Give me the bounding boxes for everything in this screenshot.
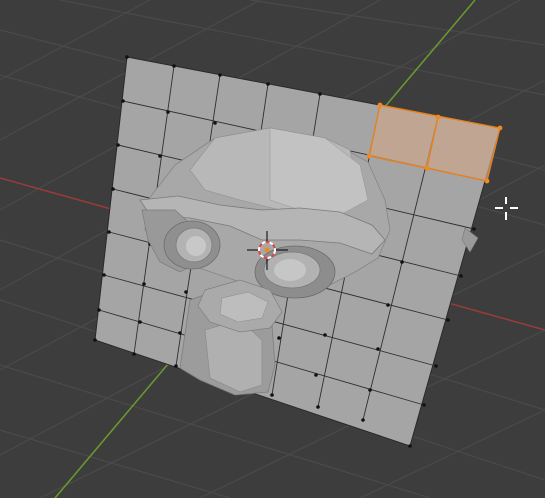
3d-viewport[interactable] bbox=[0, 0, 545, 498]
